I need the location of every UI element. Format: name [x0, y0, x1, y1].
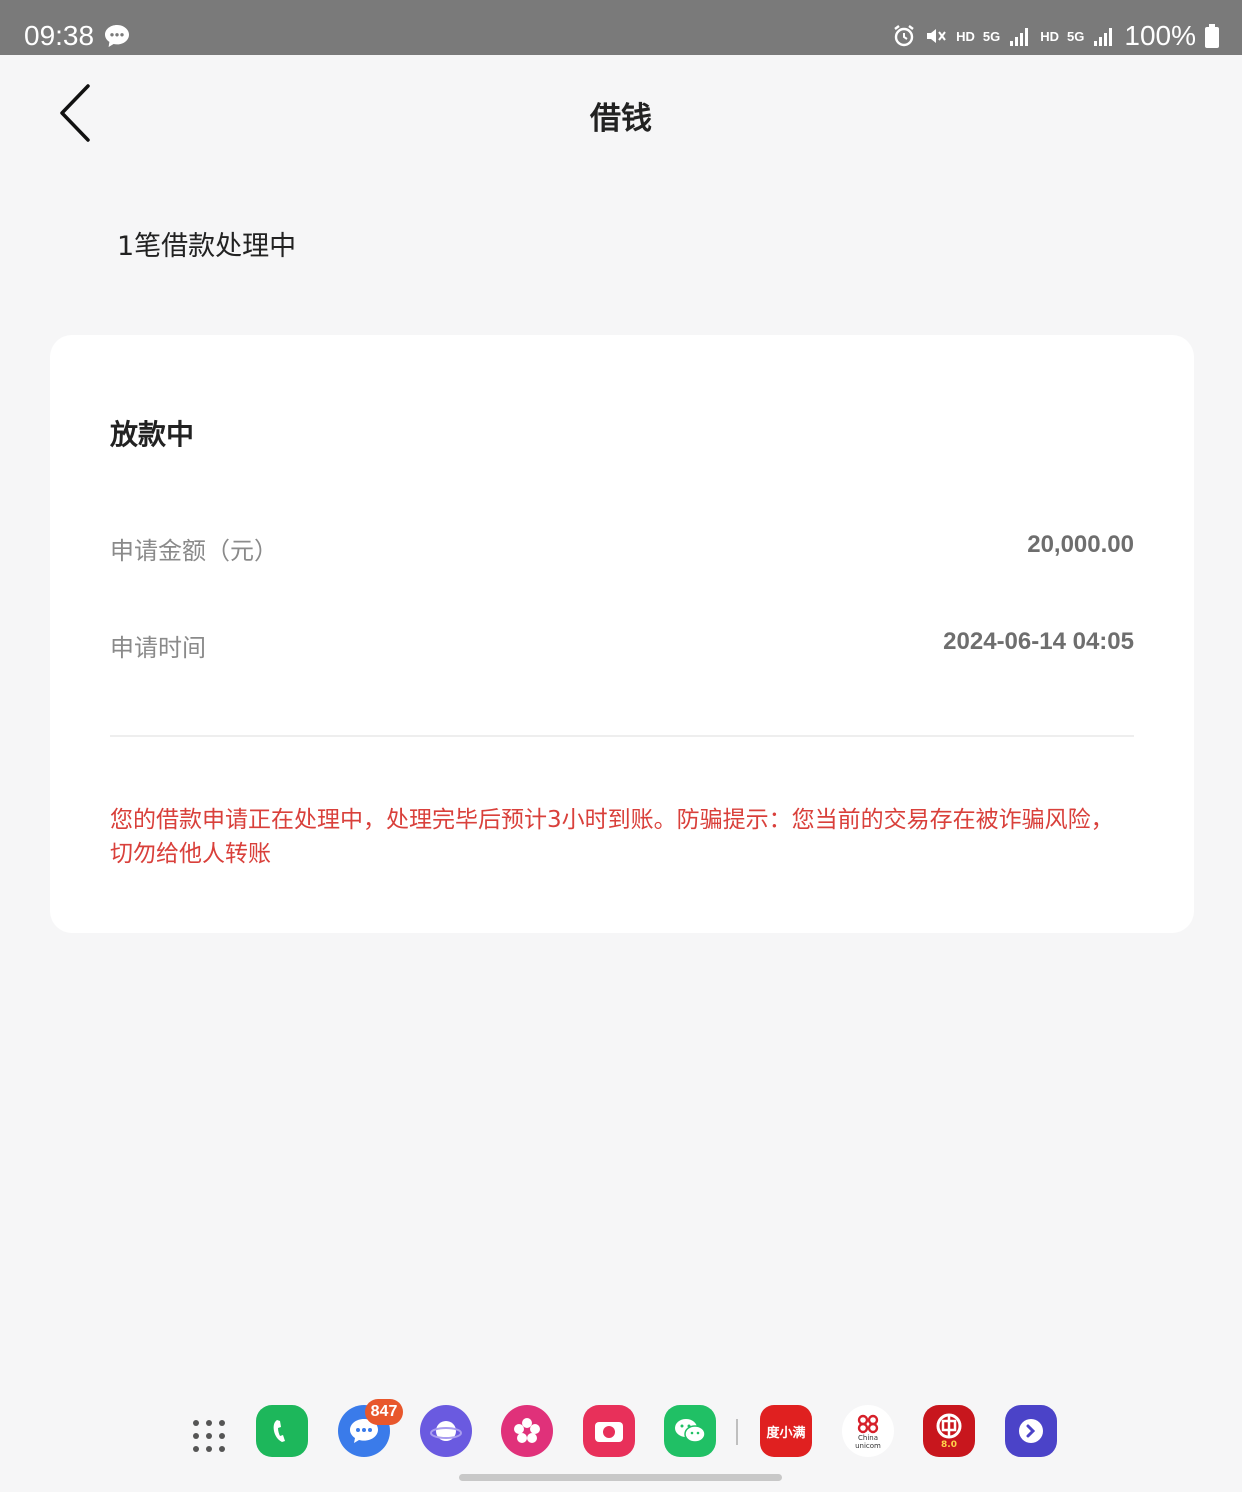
boc-version-label: 8.0	[941, 1440, 957, 1450]
phone-app-icon[interactable]	[256, 1405, 308, 1457]
duxiaoman-app-icon[interactable]: 度小满	[760, 1405, 812, 1457]
apply-time-label: 申请时间	[110, 634, 206, 662]
camera-app-icon[interactable]	[583, 1405, 635, 1457]
apply-time-value: 2024-06-14 04:05	[943, 628, 1134, 655]
home-indicator[interactable]	[459, 1474, 782, 1481]
status-indicators: HD 5G HD 5G 100%	[892, 18, 1220, 54]
loan-status-card[interactable]: 放款中 申请金额（元） 20,000.00 申请时间 2024-06-14 04…	[50, 335, 1194, 933]
signal-icon	[1010, 28, 1029, 46]
status-bar: 09:38 HD 5G HD 5G 100%	[0, 0, 1242, 55]
signal-icon	[1094, 28, 1113, 46]
alarm-icon	[894, 25, 914, 47]
chevron-chat-icon	[1019, 1419, 1043, 1443]
camera-icon	[595, 1422, 623, 1442]
page-title: 借钱	[590, 101, 652, 137]
bank-of-china-app-icon[interactable]: 8.0	[923, 1405, 975, 1457]
app-header: 借钱	[0, 55, 1242, 170]
misc-app-icon[interactable]	[1005, 1405, 1057, 1457]
planet-icon	[430, 1421, 462, 1441]
network-hd-2: HD	[1040, 28, 1060, 44]
duxiaoman-label: 度小满	[766, 1425, 806, 1441]
divider	[110, 735, 1134, 737]
network-5g-2: 5G	[1067, 28, 1085, 44]
messages-badge: 847	[365, 1399, 403, 1425]
battery-percent: 100%	[1124, 20, 1196, 51]
boc-logo-icon	[936, 1413, 962, 1439]
flower-icon	[514, 1418, 540, 1443]
loan-status: 放款中	[110, 418, 195, 451]
gallery-app-icon[interactable]	[501, 1405, 553, 1457]
network-5g-1: 5G	[982, 28, 1001, 44]
mute-icon	[927, 29, 946, 43]
app-dock: 847 度小满 China unicom 8.0	[0, 1399, 1242, 1467]
pending-loan-summary: 1笔借款处理中	[117, 231, 297, 262]
battery-icon	[1205, 24, 1219, 48]
fraud-warning-notice: 您的借款申请正在处理中，处理完毕后预计3小时到账。防骗提示：您当前的交易存在被诈…	[110, 807, 1114, 867]
unicom-label-1: China	[858, 1433, 878, 1442]
unicom-knot-icon	[857, 1414, 879, 1433]
chat-notification-icon	[105, 25, 129, 47]
internet-app-icon[interactable]	[420, 1405, 472, 1457]
phone-icon	[273, 1420, 285, 1442]
network-hd-1: HD	[956, 28, 975, 44]
status-time: 09:38	[24, 20, 95, 51]
amount-label: 申请金额（元）	[110, 537, 278, 565]
dock-separator	[736, 1419, 738, 1445]
unicom-label-2: unicom	[855, 1441, 881, 1450]
china-unicom-app-icon[interactable]: China unicom	[842, 1405, 894, 1457]
wechat-app-icon[interactable]	[664, 1405, 716, 1457]
amount-value: 20,000.00	[1027, 531, 1134, 558]
wechat-icon	[675, 1419, 706, 1443]
app-drawer-icon[interactable]	[192, 1419, 226, 1453]
